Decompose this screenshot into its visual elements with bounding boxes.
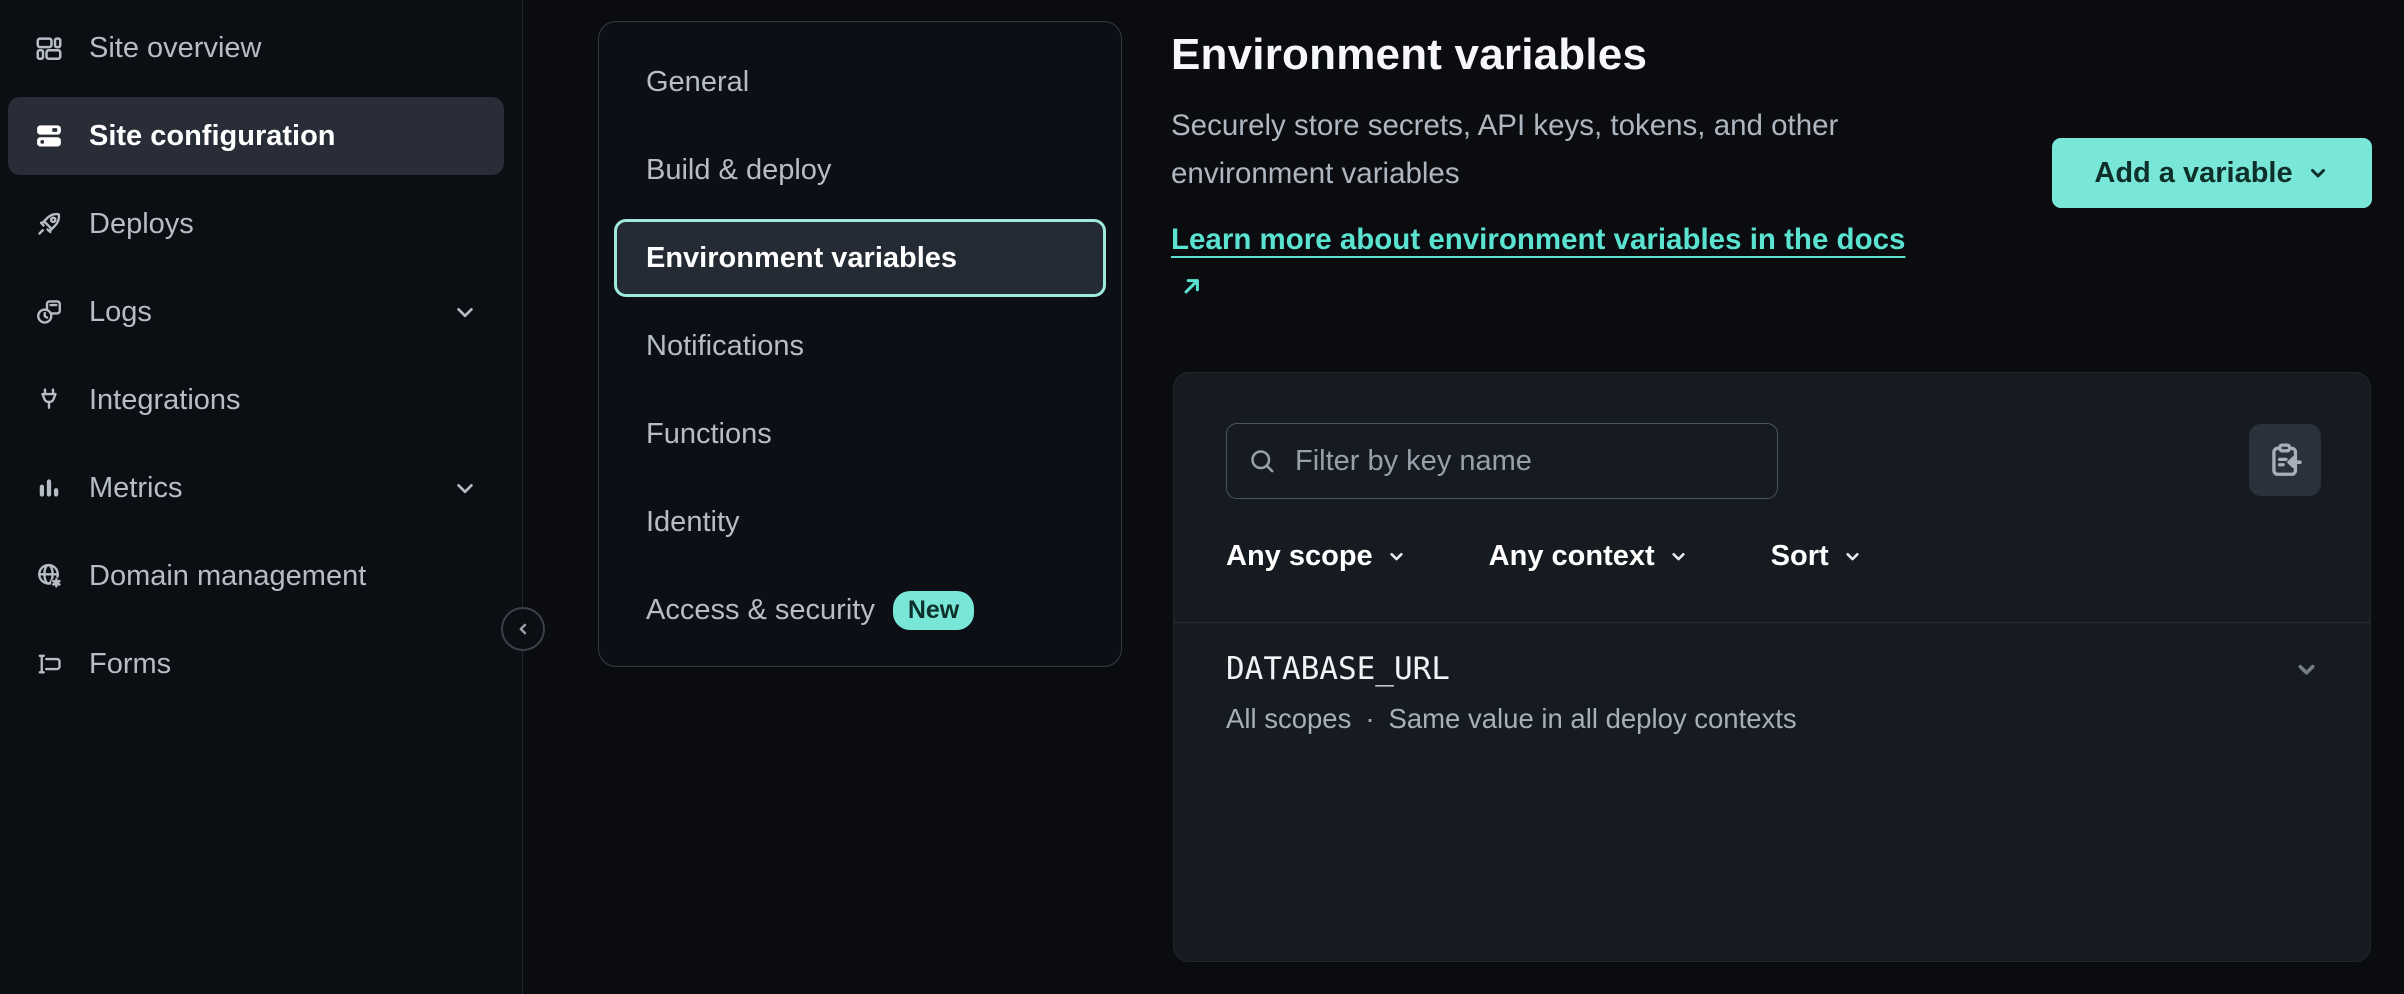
chevron-down-icon	[1668, 546, 1689, 567]
chevron-down-icon	[2306, 161, 2330, 185]
page-title: Environment variables	[1171, 30, 1647, 80]
settings-nav-label: Environment variables	[646, 242, 957, 275]
sidebar-item-forms[interactable]: Forms	[8, 625, 504, 703]
settings-nav-label: General	[646, 66, 749, 99]
meta-separator: ·	[1365, 703, 1374, 735]
settings-nav-label: Identity	[646, 506, 740, 539]
sidebar-item-site-overview[interactable]: Site overview	[8, 9, 504, 87]
filter-bar: Any scope Any context Sort	[1174, 528, 1893, 584]
sidebar-item-integrations[interactable]: Integrations	[8, 361, 504, 439]
sidebar-item-label: Metrics	[89, 472, 182, 505]
settings-nav-label: Functions	[646, 418, 772, 451]
site-settings-page: Site overview Site configuration	[0, 0, 2404, 994]
variable-contexts: Same value in all deploy contexts	[1389, 703, 1797, 735]
settings-nav-general[interactable]: General	[614, 43, 1106, 121]
filter-any-scope[interactable]: Any scope	[1196, 528, 1437, 584]
rocket-icon	[34, 209, 64, 239]
form-input-icon	[34, 649, 64, 679]
sidebar: Site overview Site configuration	[0, 0, 523, 994]
chevron-down-icon	[1386, 546, 1407, 567]
page-description: Securely store secrets, API keys, tokens…	[1171, 102, 1971, 198]
chevron-left-icon	[512, 618, 534, 640]
clipboard-import-icon	[2266, 441, 2304, 479]
plug-icon	[34, 385, 64, 415]
variable-row-database-url[interactable]: DATABASE_URL All scopes · Same value in …	[1174, 623, 2370, 799]
chevron-down-icon	[452, 299, 478, 325]
variables-panel: Any scope Any context Sort DATABASE_URL …	[1173, 372, 2371, 962]
settings-nav-access-security[interactable]: Access & security New	[614, 571, 1106, 649]
chevron-down-icon	[452, 475, 478, 501]
sidebar-item-label: Logs	[89, 296, 152, 329]
bar-chart-icon	[34, 473, 64, 503]
docs-link-text: Learn more about environment variables i…	[1171, 223, 1905, 256]
settings-nav-card: General Build & deploy Environment varia…	[598, 21, 1122, 667]
logs-clock-icon	[34, 297, 64, 327]
settings-nav-environment-variables[interactable]: Environment variables	[614, 219, 1106, 297]
search-icon	[1247, 446, 1277, 476]
variable-meta: All scopes · Same value in all deploy co…	[1226, 703, 2318, 735]
sidebar-item-label: Integrations	[89, 384, 241, 417]
variable-scopes: All scopes	[1226, 703, 1351, 735]
add-variable-button-label: Add a variable	[2094, 157, 2292, 190]
chevron-down-icon	[1842, 546, 1863, 567]
filter-label: Any scope	[1226, 540, 1373, 573]
search-box	[1226, 423, 1778, 499]
filter-label: Any context	[1489, 540, 1655, 573]
sidebar-item-site-configuration[interactable]: Site configuration	[8, 97, 504, 175]
variable-key: DATABASE_URL	[1226, 651, 2318, 687]
chevron-down-icon[interactable]	[2293, 656, 2320, 683]
import-variables-button[interactable]	[2249, 424, 2321, 496]
settings-nav-identity[interactable]: Identity	[614, 483, 1106, 561]
filter-any-context[interactable]: Any context	[1459, 528, 1719, 584]
docs-link[interactable]: Learn more about environment variables i…	[1171, 216, 1921, 312]
server-stack-icon	[34, 121, 64, 151]
grid-overview-icon	[34, 33, 64, 63]
add-variable-button[interactable]: Add a variable	[2052, 138, 2372, 208]
globe-asterisk-icon	[34, 561, 64, 591]
settings-nav-functions[interactable]: Functions	[614, 395, 1106, 473]
settings-nav-build-deploy[interactable]: Build & deploy	[614, 131, 1106, 209]
sidebar-item-metrics[interactable]: Metrics	[8, 449, 504, 527]
new-badge: New	[893, 591, 974, 630]
sidebar-collapse-button[interactable]	[501, 607, 545, 651]
settings-nav-label: Build & deploy	[646, 154, 831, 187]
filter-key-input[interactable]	[1293, 444, 1757, 479]
sidebar-item-label: Forms	[89, 648, 171, 681]
sidebar-item-logs[interactable]: Logs	[8, 273, 504, 351]
sidebar-item-label: Site overview	[89, 32, 261, 65]
sidebar-item-domain-management[interactable]: Domain management	[8, 537, 504, 615]
filter-label: Sort	[1771, 540, 1829, 573]
sidebar-item-deploys[interactable]: Deploys	[8, 185, 504, 263]
sidebar-item-label: Site configuration	[89, 120, 336, 153]
settings-nav-label: Notifications	[646, 330, 804, 363]
settings-nav-notifications[interactable]: Notifications	[614, 307, 1106, 385]
arrow-up-right-icon	[1179, 266, 1205, 292]
sidebar-item-label: Deploys	[89, 208, 194, 241]
settings-nav-label: Access & security	[646, 594, 875, 627]
sidebar-item-label: Domain management	[89, 560, 366, 593]
filter-sort[interactable]: Sort	[1741, 528, 1893, 584]
